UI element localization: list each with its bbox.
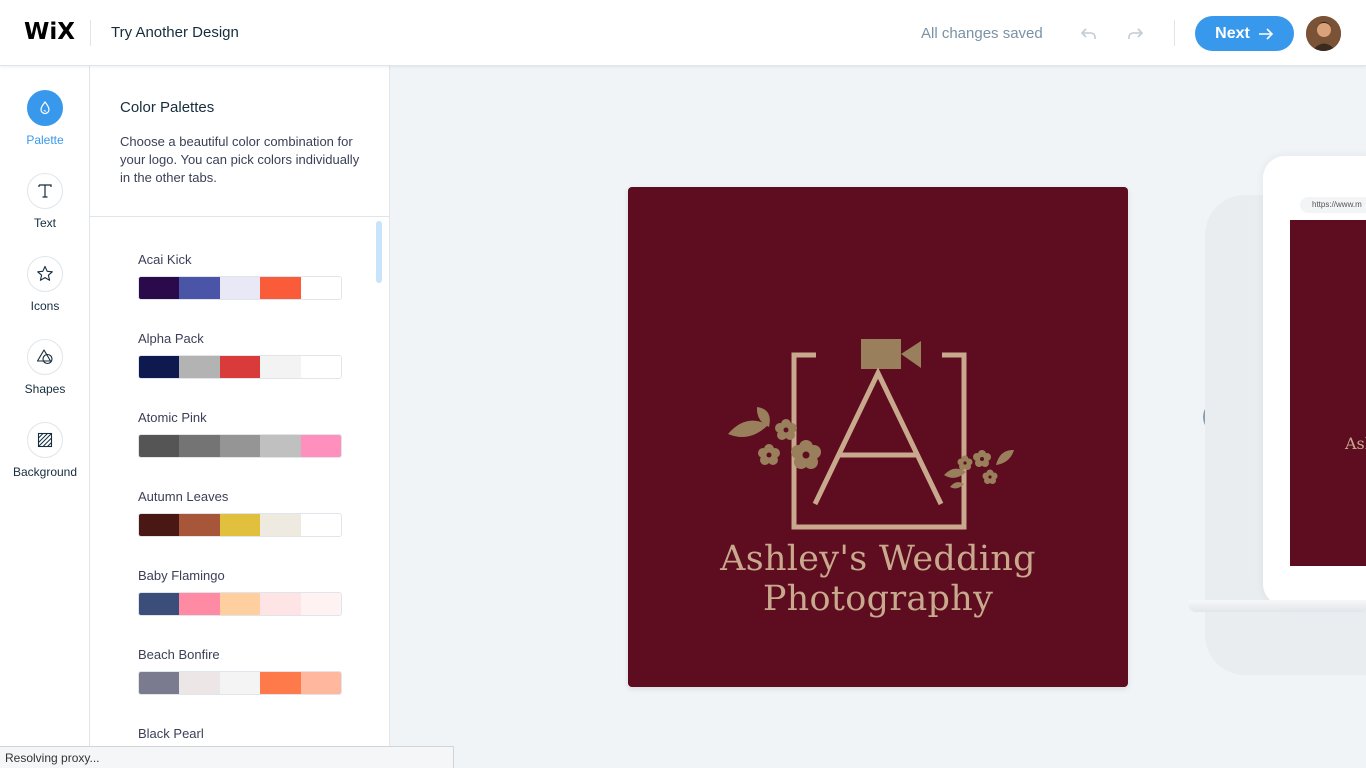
arrow-right-icon — [1258, 27, 1273, 40]
panel-divider — [90, 216, 389, 217]
palette-swatch — [260, 672, 301, 694]
palette-swatch — [139, 356, 180, 378]
rail-item-palette[interactable]: Palette — [0, 90, 90, 160]
palette-swatches — [138, 671, 342, 695]
star-icon — [37, 265, 53, 281]
palette-item[interactable]: Autumn Leaves — [138, 489, 342, 537]
wix-logo[interactable]: WiX — [24, 19, 75, 45]
rail-item-text[interactable]: Text — [0, 173, 90, 243]
rail-item-icons[interactable]: Icons — [0, 256, 90, 326]
palette-swatches — [138, 434, 342, 458]
palette-item[interactable]: Baby Flamingo — [138, 568, 342, 616]
palette-swatch — [139, 514, 180, 536]
palette-swatch — [139, 435, 180, 457]
palette-name: Atomic Pink — [138, 410, 207, 425]
panel-title: Color Palettes — [120, 99, 215, 116]
palette-item[interactable]: Acai Kick — [138, 252, 342, 300]
palette-swatch — [300, 435, 341, 457]
palette-swatches — [138, 513, 342, 537]
rail-label-text: Text — [33, 216, 56, 230]
logo-preview-card[interactable]: Ashley's Wedding Photography — [628, 187, 1128, 687]
background-hatch-icon — [37, 432, 53, 448]
palette-swatch — [260, 356, 301, 378]
palette-swatches — [138, 355, 342, 379]
palette-swatch — [260, 514, 301, 536]
palette-swatch — [219, 356, 261, 378]
shapes-icon — [36, 349, 53, 365]
palette-swatch — [179, 277, 220, 299]
palette-swatch — [179, 593, 220, 615]
palette-swatch — [219, 672, 261, 694]
palette-name: Black Pearl — [138, 726, 204, 741]
palette-swatch — [219, 593, 261, 615]
browser-status-bar: Resolving proxy... — [0, 746, 454, 768]
user-avatar[interactable] — [1306, 16, 1341, 51]
palette-name: Beach Bonfire — [138, 647, 220, 662]
logo-brand-text: Ashley's Wedding Photography — [720, 539, 1036, 619]
tool-rail: Palette Text Icons Shapes Background — [0, 66, 90, 768]
laptop-screen — [1290, 220, 1366, 566]
palette-swatch — [260, 277, 301, 299]
palette-item[interactable]: Atomic Pink — [138, 410, 342, 458]
palette-swatch — [219, 277, 261, 299]
laptop-url-bar: https://www.m — [1300, 197, 1366, 213]
redo-icon[interactable] — [1123, 21, 1147, 45]
palette-name: Autumn Leaves — [138, 489, 229, 504]
palette-swatch — [219, 514, 261, 536]
palette-swatch — [300, 277, 341, 299]
toolbar-divider — [1174, 20, 1175, 46]
palette-swatch — [179, 672, 220, 694]
palette-drop-icon — [40, 101, 50, 115]
palette-swatch — [139, 277, 180, 299]
rail-label-background: Background — [12, 465, 78, 479]
color-palettes-panel: Color Palettes Choose a beautiful color … — [90, 66, 390, 768]
rail-label-icons: Icons — [30, 299, 60, 313]
palette-name: Baby Flamingo — [138, 568, 225, 583]
palette-swatch — [300, 672, 341, 694]
top-bar: WiX Try Another Design All changes saved… — [0, 0, 1366, 66]
rail-item-shapes[interactable]: Shapes — [0, 339, 90, 409]
palette-name: Acai Kick — [138, 252, 192, 267]
palette-swatch — [260, 593, 301, 615]
undo-icon[interactable] — [1077, 21, 1101, 45]
rail-item-background[interactable]: Background — [0, 422, 90, 492]
save-status: All changes saved — [921, 25, 1043, 42]
panel-scrollbar[interactable] — [376, 221, 382, 283]
palette-item[interactable]: Alpha Pack — [138, 331, 342, 379]
palette-swatch — [300, 593, 341, 615]
text-t-icon — [38, 184, 52, 198]
palette-swatch — [219, 435, 261, 457]
rail-label-shapes: Shapes — [24, 382, 66, 396]
laptop-screen-text: Ash — [1345, 434, 1366, 453]
palette-name: Alpha Pack — [138, 331, 204, 346]
palette-swatch — [139, 593, 180, 615]
palette-swatch — [179, 435, 220, 457]
palette-swatch — [260, 435, 301, 457]
palette-swatches — [138, 276, 342, 300]
palette-swatch — [179, 356, 220, 378]
panel-description: Choose a beautiful color combination for… — [120, 134, 360, 185]
palette-swatch — [300, 514, 341, 536]
laptop-base — [1188, 600, 1366, 612]
palette-swatch — [139, 672, 180, 694]
next-button[interactable]: Next — [1195, 16, 1294, 51]
rail-label-palette: Palette — [26, 133, 64, 147]
next-button-label: Next — [1215, 24, 1250, 42]
palette-item[interactable]: Beach Bonfire — [138, 647, 342, 695]
palette-swatch — [300, 356, 341, 378]
palette-swatches — [138, 592, 342, 616]
header-divider — [90, 20, 91, 46]
page-title: Try Another Design — [111, 24, 239, 41]
palette-swatch — [179, 514, 220, 536]
